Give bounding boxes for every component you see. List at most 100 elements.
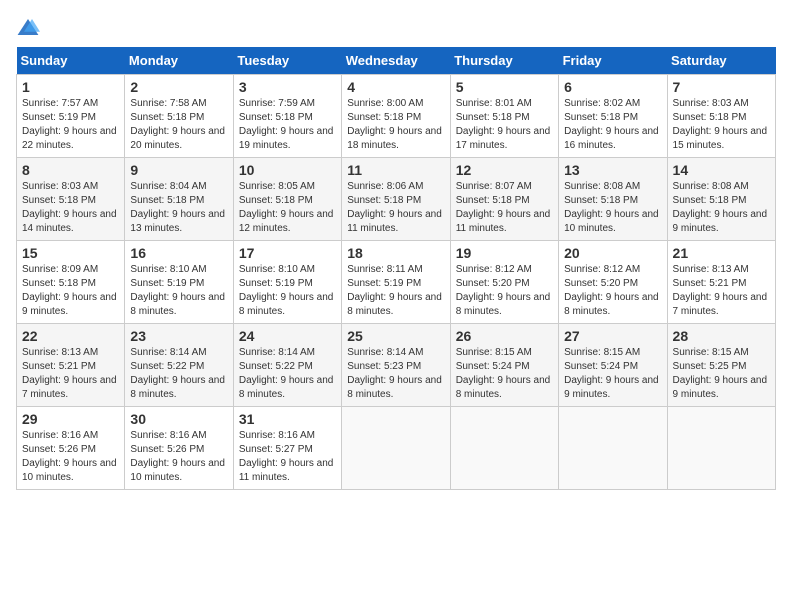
table-row: 27 Sunrise: 8:15 AM Sunset: 5:24 PM Dayl… [559, 324, 667, 407]
day-number: 2 [130, 79, 227, 95]
day-number: 26 [456, 328, 553, 344]
day-info: Sunrise: 7:57 AM Sunset: 5:19 PM Dayligh… [22, 97, 119, 153]
day-number: 1 [22, 79, 119, 95]
day-number: 9 [130, 162, 227, 178]
calendar-week-row: 29 Sunrise: 8:16 AM Sunset: 5:26 PM Dayl… [17, 407, 776, 490]
day-info: Sunrise: 8:13 AM Sunset: 5:21 PM Dayligh… [22, 346, 119, 402]
table-row: 14 Sunrise: 8:08 AM Sunset: 5:18 PM Dayl… [667, 158, 775, 241]
calendar-week-row: 8 Sunrise: 8:03 AM Sunset: 5:18 PM Dayli… [17, 158, 776, 241]
day-info: Sunrise: 8:08 AM Sunset: 5:18 PM Dayligh… [673, 180, 770, 236]
table-row: 22 Sunrise: 8:13 AM Sunset: 5:21 PM Dayl… [17, 324, 125, 407]
day-number: 27 [564, 328, 661, 344]
table-row: 29 Sunrise: 8:16 AM Sunset: 5:26 PM Dayl… [17, 407, 125, 490]
table-row [559, 407, 667, 490]
table-row: 7 Sunrise: 8:03 AM Sunset: 5:18 PM Dayli… [667, 75, 775, 158]
table-row: 1 Sunrise: 7:57 AM Sunset: 5:19 PM Dayli… [17, 75, 125, 158]
header-wednesday: Wednesday [342, 47, 450, 75]
table-row: 5 Sunrise: 8:01 AM Sunset: 5:18 PM Dayli… [450, 75, 558, 158]
day-info: Sunrise: 7:59 AM Sunset: 5:18 PM Dayligh… [239, 97, 336, 153]
day-info: Sunrise: 8:14 AM Sunset: 5:22 PM Dayligh… [130, 346, 227, 402]
day-number: 8 [22, 162, 119, 178]
day-number: 3 [239, 79, 336, 95]
day-number: 5 [456, 79, 553, 95]
header-saturday: Saturday [667, 47, 775, 75]
table-row: 26 Sunrise: 8:15 AM Sunset: 5:24 PM Dayl… [450, 324, 558, 407]
day-number: 14 [673, 162, 770, 178]
table-row: 19 Sunrise: 8:12 AM Sunset: 5:20 PM Dayl… [450, 241, 558, 324]
day-info: Sunrise: 8:15 AM Sunset: 5:24 PM Dayligh… [564, 346, 661, 402]
day-number: 19 [456, 245, 553, 261]
calendar-week-row: 15 Sunrise: 8:09 AM Sunset: 5:18 PM Dayl… [17, 241, 776, 324]
day-info: Sunrise: 8:14 AM Sunset: 5:23 PM Dayligh… [347, 346, 444, 402]
table-row: 30 Sunrise: 8:16 AM Sunset: 5:26 PM Dayl… [125, 407, 233, 490]
day-info: Sunrise: 8:16 AM Sunset: 5:26 PM Dayligh… [130, 429, 227, 485]
table-row: 17 Sunrise: 8:10 AM Sunset: 5:19 PM Dayl… [233, 241, 341, 324]
day-number: 23 [130, 328, 227, 344]
day-number: 11 [347, 162, 444, 178]
day-info: Sunrise: 8:08 AM Sunset: 5:18 PM Dayligh… [564, 180, 661, 236]
table-row: 13 Sunrise: 8:08 AM Sunset: 5:18 PM Dayl… [559, 158, 667, 241]
day-number: 17 [239, 245, 336, 261]
day-number: 29 [22, 411, 119, 427]
table-row: 4 Sunrise: 8:00 AM Sunset: 5:18 PM Dayli… [342, 75, 450, 158]
weekday-header-row: Sunday Monday Tuesday Wednesday Thursday… [17, 47, 776, 75]
day-number: 24 [239, 328, 336, 344]
table-row: 11 Sunrise: 8:06 AM Sunset: 5:18 PM Dayl… [342, 158, 450, 241]
header-friday: Friday [559, 47, 667, 75]
day-info: Sunrise: 8:14 AM Sunset: 5:22 PM Dayligh… [239, 346, 336, 402]
day-number: 13 [564, 162, 661, 178]
calendar-table: Sunday Monday Tuesday Wednesday Thursday… [16, 47, 776, 490]
day-info: Sunrise: 8:10 AM Sunset: 5:19 PM Dayligh… [130, 263, 227, 319]
day-number: 22 [22, 328, 119, 344]
day-number: 12 [456, 162, 553, 178]
table-row: 3 Sunrise: 7:59 AM Sunset: 5:18 PM Dayli… [233, 75, 341, 158]
day-number: 6 [564, 79, 661, 95]
table-row: 31 Sunrise: 8:16 AM Sunset: 5:27 PM Dayl… [233, 407, 341, 490]
header-tuesday: Tuesday [233, 47, 341, 75]
day-info: Sunrise: 8:05 AM Sunset: 5:18 PM Dayligh… [239, 180, 336, 236]
day-number: 4 [347, 79, 444, 95]
table-row: 2 Sunrise: 7:58 AM Sunset: 5:18 PM Dayli… [125, 75, 233, 158]
table-row: 6 Sunrise: 8:02 AM Sunset: 5:18 PM Dayli… [559, 75, 667, 158]
table-row: 16 Sunrise: 8:10 AM Sunset: 5:19 PM Dayl… [125, 241, 233, 324]
day-info: Sunrise: 8:12 AM Sunset: 5:20 PM Dayligh… [564, 263, 661, 319]
day-info: Sunrise: 8:01 AM Sunset: 5:18 PM Dayligh… [456, 97, 553, 153]
day-info: Sunrise: 8:15 AM Sunset: 5:24 PM Dayligh… [456, 346, 553, 402]
table-row: 25 Sunrise: 8:14 AM Sunset: 5:23 PM Dayl… [342, 324, 450, 407]
table-row [450, 407, 558, 490]
day-info: Sunrise: 8:12 AM Sunset: 5:20 PM Dayligh… [456, 263, 553, 319]
day-number: 7 [673, 79, 770, 95]
day-info: Sunrise: 8:03 AM Sunset: 5:18 PM Dayligh… [673, 97, 770, 153]
calendar-week-row: 22 Sunrise: 8:13 AM Sunset: 5:21 PM Dayl… [17, 324, 776, 407]
day-number: 25 [347, 328, 444, 344]
header-sunday: Sunday [17, 47, 125, 75]
day-number: 18 [347, 245, 444, 261]
table-row: 28 Sunrise: 8:15 AM Sunset: 5:25 PM Dayl… [667, 324, 775, 407]
day-info: Sunrise: 8:00 AM Sunset: 5:18 PM Dayligh… [347, 97, 444, 153]
header-thursday: Thursday [450, 47, 558, 75]
calendar-week-row: 1 Sunrise: 7:57 AM Sunset: 5:19 PM Dayli… [17, 75, 776, 158]
day-info: Sunrise: 8:07 AM Sunset: 5:18 PM Dayligh… [456, 180, 553, 236]
day-info: Sunrise: 8:09 AM Sunset: 5:18 PM Dayligh… [22, 263, 119, 319]
day-info: Sunrise: 8:11 AM Sunset: 5:19 PM Dayligh… [347, 263, 444, 319]
logo [16, 16, 44, 37]
day-info: Sunrise: 8:02 AM Sunset: 5:18 PM Dayligh… [564, 97, 661, 153]
day-info: Sunrise: 8:16 AM Sunset: 5:27 PM Dayligh… [239, 429, 336, 485]
table-row: 21 Sunrise: 8:13 AM Sunset: 5:21 PM Dayl… [667, 241, 775, 324]
day-info: Sunrise: 8:06 AM Sunset: 5:18 PM Dayligh… [347, 180, 444, 236]
day-info: Sunrise: 8:10 AM Sunset: 5:19 PM Dayligh… [239, 263, 336, 319]
table-row: 18 Sunrise: 8:11 AM Sunset: 5:19 PM Dayl… [342, 241, 450, 324]
table-row: 12 Sunrise: 8:07 AM Sunset: 5:18 PM Dayl… [450, 158, 558, 241]
day-number: 15 [22, 245, 119, 261]
day-number: 20 [564, 245, 661, 261]
table-row: 10 Sunrise: 8:05 AM Sunset: 5:18 PM Dayl… [233, 158, 341, 241]
day-number: 16 [130, 245, 227, 261]
page-header [16, 16, 776, 37]
day-number: 21 [673, 245, 770, 261]
day-number: 10 [239, 162, 336, 178]
header-monday: Monday [125, 47, 233, 75]
logo-icon [16, 17, 40, 37]
table-row [667, 407, 775, 490]
day-number: 30 [130, 411, 227, 427]
day-info: Sunrise: 8:16 AM Sunset: 5:26 PM Dayligh… [22, 429, 119, 485]
